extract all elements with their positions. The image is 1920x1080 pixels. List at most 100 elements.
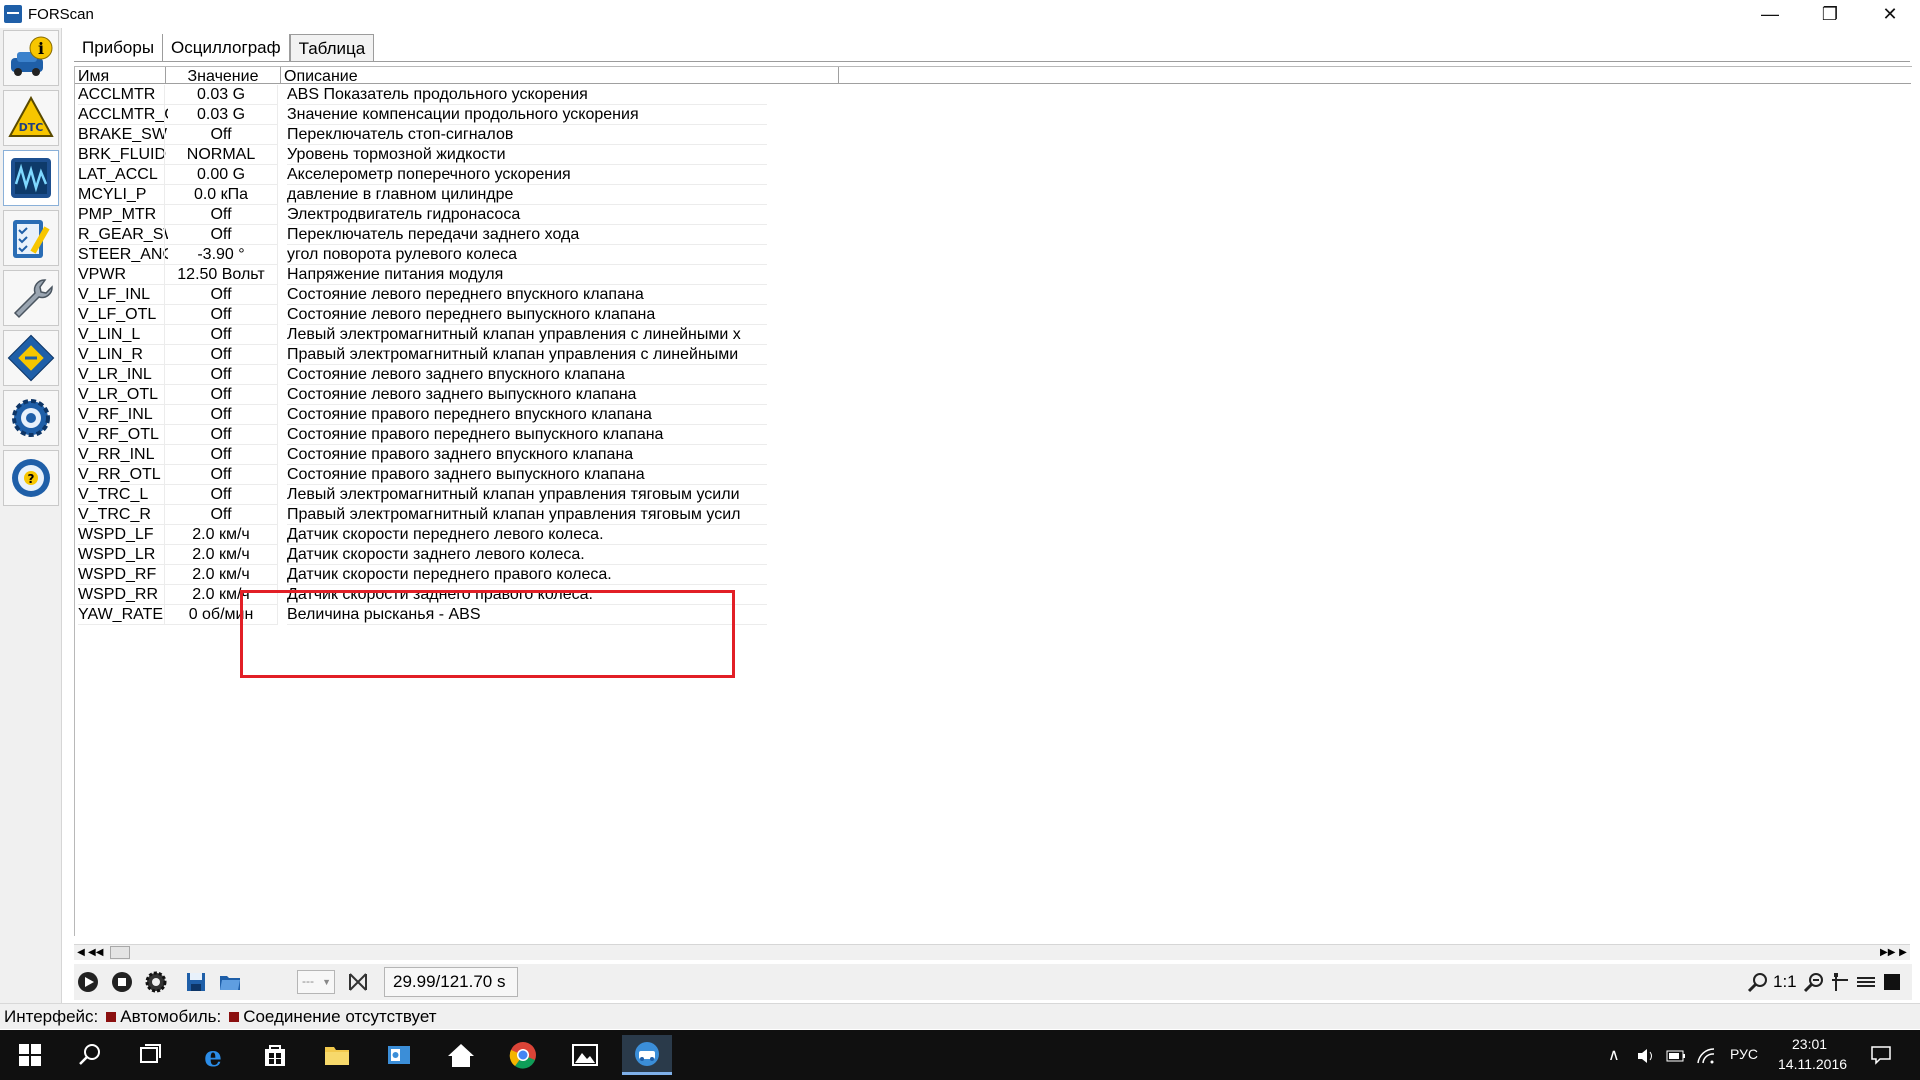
speaker-icon[interactable] bbox=[1636, 1048, 1656, 1064]
start-button[interactable] bbox=[5, 1035, 55, 1075]
layout-button[interactable] bbox=[1852, 969, 1880, 995]
cell-value: Off bbox=[164, 325, 278, 345]
save-button[interactable] bbox=[182, 969, 210, 995]
table-row[interactable]: YAW_RATE 0 об/мин Величина рысканья - ABS bbox=[75, 605, 767, 625]
table-row[interactable]: V_RF_OTL Off Состояние правого переднего в… bbox=[75, 425, 767, 445]
pid-table: Имя Значение Описание ACCLMTR 0.03 G ABS П… bbox=[74, 66, 1912, 936]
play-button[interactable] bbox=[74, 969, 102, 995]
scroll-thumb[interactable] bbox=[110, 946, 130, 959]
column-header-description[interactable]: Описание bbox=[281, 67, 839, 84]
oscilloscope-icon bbox=[11, 158, 51, 198]
timeline-scrollbar[interactable]: ◀ ◀◀ ▶▶ ▶ bbox=[74, 944, 1910, 960]
sidebar-item-dtc[interactable]: DTC bbox=[3, 90, 59, 146]
channel-select[interactable]: --- ▼ bbox=[297, 970, 335, 994]
cell-value: Off bbox=[164, 425, 278, 445]
taskbar-chrome[interactable] bbox=[498, 1035, 548, 1075]
sidebar-item-vehicle-info[interactable]: i bbox=[3, 30, 59, 86]
sidebar-item-oscilloscope[interactable] bbox=[3, 150, 59, 206]
table-row[interactable]: V_TRC_R Off Правый электромагнитный клапан… bbox=[75, 505, 767, 525]
table-row[interactable]: MCYLI_P 0.0 кПа давление в главном цилиндр… bbox=[75, 185, 767, 205]
table-row[interactable]: V_LR_INL Off Состояние левого заднего впус… bbox=[75, 365, 767, 385]
checklist-icon bbox=[13, 220, 50, 258]
folder-icon bbox=[325, 1047, 349, 1065]
table-row[interactable]: WSPD_RF 2.0 км/ч Датчик скорости переднего… bbox=[75, 565, 767, 585]
sidebar-item-tests[interactable] bbox=[3, 210, 59, 266]
clock-date[interactable]: 14.11.2016 bbox=[1778, 1056, 1847, 1072]
disable-markers-button[interactable] bbox=[344, 969, 372, 995]
sidebar-item-configuration[interactable] bbox=[3, 330, 59, 386]
interface-label: Интерфейс: bbox=[4, 1007, 99, 1026]
zoom-out-button[interactable] bbox=[1800, 969, 1828, 995]
input-language[interactable]: РУС bbox=[1730, 1046, 1758, 1062]
table-row[interactable]: V_LIN_L Off Левый электромагнитный клапан … bbox=[75, 325, 767, 345]
table-row[interactable]: BRAKE_SW Off Переключатель стоп-сигналов bbox=[75, 125, 767, 145]
cell-name: V_LF_OTL bbox=[78, 305, 168, 325]
table-row[interactable]: ACCLMTR_C 0.03 G Значение компенсации прод… bbox=[75, 105, 767, 125]
record-settings-button[interactable] bbox=[142, 969, 170, 995]
table-row[interactable]: V_TRC_L Off Левый электромагнитный клапан … bbox=[75, 485, 767, 505]
stop-button[interactable] bbox=[108, 969, 136, 995]
table-row[interactable]: WSPD_LR 2.0 км/ч Датчик скорости заднего л… bbox=[75, 545, 767, 565]
tabs-divider bbox=[74, 61, 1910, 62]
cell-name: V_LF_INL bbox=[78, 285, 168, 305]
sidebar-item-service[interactable] bbox=[3, 270, 59, 326]
taskbar-explorer[interactable] bbox=[312, 1035, 362, 1075]
scroll-right-icon[interactable]: ▶ bbox=[1896, 946, 1910, 960]
table-row[interactable]: V_RR_OTL Off Состояние правого заднего вып… bbox=[75, 465, 767, 485]
taskbar-edge[interactable]: e bbox=[188, 1035, 238, 1075]
action-center-icon[interactable] bbox=[1870, 1045, 1892, 1065]
time-position: 29.99/121.70 s bbox=[384, 967, 518, 997]
wifi-icon[interactable] bbox=[1696, 1048, 1716, 1064]
sidebar-item-help[interactable]: ? bbox=[3, 450, 59, 506]
cell-name: BRAKE_SW bbox=[78, 126, 168, 145]
table-row[interactable]: PMP_MTR Off Электродвигатель гидронасоса bbox=[75, 205, 767, 225]
scroll-end-icon[interactable]: ▶▶ bbox=[1880, 946, 1895, 960]
tab-table[interactable]: Таблица bbox=[289, 34, 375, 62]
table-row[interactable]: R_GEAR_SWOff Переключатель передачи задне… bbox=[75, 225, 767, 245]
table-row[interactable]: BRK_FLUID NORMAL Уровень тормозной жидкост… bbox=[75, 145, 767, 165]
tray-chevron-up-icon[interactable]: ∧ bbox=[1608, 1045, 1620, 1065]
taskbar-outlook[interactable] bbox=[374, 1035, 424, 1075]
battery-icon[interactable] bbox=[1666, 1048, 1686, 1064]
table-header: Имя Значение Описание bbox=[75, 67, 1911, 84]
cell-description: Значение компенсации продольного ускорен… bbox=[287, 105, 767, 125]
tab-instruments[interactable]: Приборы bbox=[74, 34, 164, 62]
taskbar-photos[interactable] bbox=[560, 1035, 610, 1075]
table-row[interactable]: STEER_ANG -3.90 ° угол поворота рулевого к… bbox=[75, 245, 767, 265]
sidebar-item-settings[interactable] bbox=[3, 390, 59, 446]
table-row[interactable]: V_RR_INL Off Состояние правого заднего впу… bbox=[75, 445, 767, 465]
maximize-button[interactable]: ❐ bbox=[1800, 0, 1860, 28]
task-view-button[interactable] bbox=[125, 1035, 175, 1075]
cell-name: BRK_FLUID bbox=[78, 146, 168, 165]
table-row[interactable]: WSPD_LF 2.0 км/ч Датчик скорости переднего… bbox=[75, 525, 767, 545]
taskbar-forscan[interactable] bbox=[622, 1035, 672, 1075]
open-button[interactable] bbox=[216, 969, 244, 995]
minimize-button[interactable]: — bbox=[1740, 0, 1800, 28]
table-row[interactable]: V_LIN_R Off Правый электромагнитный клапан… bbox=[75, 345, 767, 365]
column-header-name[interactable]: Имя bbox=[75, 67, 166, 84]
table-row[interactable]: WSPD_RR 2.0 км/ч Датчик скорости заднего п… bbox=[75, 585, 767, 605]
table-row[interactable]: V_LF_OTL Off Состояние левого переднего вы… bbox=[75, 305, 767, 325]
table-row[interactable]: V_RF_INL Off Состояние правого переднего в… bbox=[75, 405, 767, 425]
scroll-start-icon[interactable]: ◀◀ bbox=[88, 946, 103, 960]
fullscreen-button[interactable] bbox=[1878, 969, 1906, 995]
table-row[interactable]: LAT_ACCL 0.00 G Акселерометр поперечного у… bbox=[75, 165, 767, 185]
taskbar-search-button[interactable] bbox=[65, 1035, 115, 1075]
zoom-reset-button[interactable]: 1:1 bbox=[1773, 972, 1797, 992]
table-row[interactable]: VPWR 12.50 Вольт Напряжение питания модуля bbox=[75, 265, 767, 285]
column-header-value[interactable]: Значение bbox=[166, 67, 281, 84]
square-icon bbox=[1884, 974, 1900, 990]
table-row[interactable]: ACCLMTR 0.03 G ABS Показатель продольного … bbox=[75, 85, 767, 105]
scroll-left-icon[interactable]: ◀ bbox=[74, 946, 88, 960]
cursor-button[interactable] bbox=[1826, 969, 1854, 995]
tab-oscilloscope[interactable]: Осциллограф bbox=[163, 34, 290, 62]
table-row[interactable]: V_LR_OTL Off Состояние левого заднего выпу… bbox=[75, 385, 767, 405]
cell-value: 0.03 G bbox=[164, 85, 278, 105]
close-button[interactable]: ✕ bbox=[1860, 0, 1920, 28]
clock-time[interactable]: 23:01 bbox=[1792, 1036, 1827, 1052]
taskbar-home[interactable] bbox=[436, 1035, 486, 1075]
table-row[interactable]: V_LF_INL Off Состояние левого переднего вп… bbox=[75, 285, 767, 305]
taskbar-store[interactable] bbox=[250, 1035, 300, 1075]
zoom-in-button[interactable] bbox=[1744, 969, 1772, 995]
cell-name: R_GEAR_SW bbox=[78, 225, 168, 245]
